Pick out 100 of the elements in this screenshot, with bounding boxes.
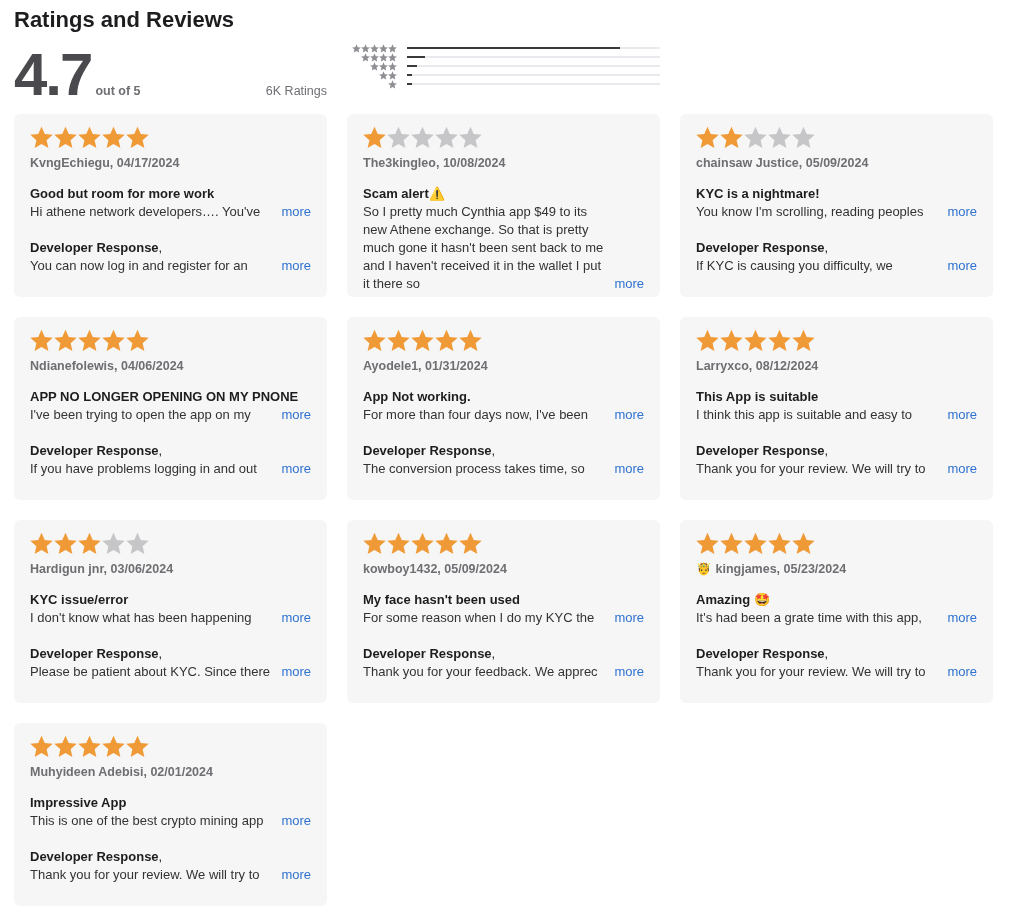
star-icon bbox=[78, 532, 101, 555]
star-icon bbox=[363, 532, 386, 555]
more-link[interactable]: more bbox=[281, 203, 311, 221]
more-link[interactable]: more bbox=[947, 609, 977, 627]
review-text: This is one of the best crypto mining app bbox=[30, 812, 265, 830]
more-link[interactable]: more bbox=[281, 812, 311, 830]
more-link[interactable]: more bbox=[281, 460, 311, 478]
review-text: So I pretty much Cynthia app $49 to its new Athene exchange. So that is pretty much gone it hasn't been sent back to me and I haven't received it in the wallet I put it there so bbox=[363, 203, 605, 293]
review-author: The3kingleo, 10/08/2024 bbox=[363, 155, 507, 172]
review-title: Amazing 🤩 bbox=[696, 591, 771, 609]
more-link[interactable]: more bbox=[281, 609, 311, 627]
page-title: Ratings and Reviews bbox=[14, 6, 236, 34]
review-title: This App is suitable bbox=[696, 388, 820, 406]
star-icon bbox=[792, 329, 815, 352]
star-icon bbox=[387, 329, 410, 352]
review-author: Ndianefolewis, 04/06/2024 bbox=[30, 358, 185, 375]
star-icon bbox=[696, 126, 719, 149]
star-icon bbox=[370, 61, 379, 71]
review-author: kowboy1432, 05/09/2024 bbox=[363, 561, 508, 578]
more-link[interactable]: more bbox=[614, 460, 644, 478]
star-icon bbox=[361, 52, 370, 62]
review-title: Scam alert⚠ bbox=[363, 185, 446, 203]
star-icon bbox=[102, 532, 125, 555]
star-icon bbox=[361, 43, 370, 53]
star-icon bbox=[388, 70, 397, 80]
review-title: KYC is a nightmare! bbox=[696, 185, 821, 203]
rating-score: 4.7 bbox=[14, 44, 92, 106]
more-link[interactable]: more bbox=[614, 275, 644, 293]
star-icon bbox=[54, 329, 77, 352]
review-text: It's had been a grate time with this app, bbox=[696, 609, 923, 627]
star-icon bbox=[30, 532, 53, 555]
response-heading: Developer Response, bbox=[696, 645, 830, 663]
star-icon bbox=[363, 126, 386, 149]
more-link[interactable]: more bbox=[947, 257, 977, 275]
more-link[interactable]: more bbox=[281, 866, 311, 884]
star-icon bbox=[78, 735, 101, 758]
star-icon bbox=[411, 532, 434, 555]
star-icon bbox=[54, 735, 77, 758]
star-icon bbox=[744, 126, 767, 149]
star-icon bbox=[768, 126, 791, 149]
review-author: chainsaw Justice, 05/09/2024 bbox=[696, 155, 870, 172]
response-text: Thank you for your review. We will try to bbox=[696, 663, 927, 681]
review-title: App Not working. bbox=[363, 388, 472, 406]
review-title: KYC issue/error bbox=[30, 591, 130, 609]
star-icon bbox=[744, 532, 767, 555]
review-title: Good but room for more work bbox=[30, 185, 216, 203]
more-link[interactable]: more bbox=[947, 663, 977, 681]
star-icon bbox=[370, 52, 379, 62]
star-icon bbox=[379, 70, 388, 80]
star-icon bbox=[78, 329, 101, 352]
response-heading: Developer Response, bbox=[30, 645, 164, 663]
review-text: Hi athene network developers…. You've bbox=[30, 203, 262, 221]
star-icon bbox=[54, 126, 77, 149]
star-icon bbox=[435, 329, 458, 352]
star-icon bbox=[352, 43, 361, 53]
star-icon bbox=[411, 329, 434, 352]
more-link[interactable]: more bbox=[947, 203, 977, 221]
star-icon bbox=[696, 329, 719, 352]
star-icon bbox=[768, 329, 791, 352]
star-icon bbox=[435, 126, 458, 149]
star-icon bbox=[387, 532, 410, 555]
star-icon bbox=[30, 329, 53, 352]
review-text: I think this app is suitable and easy to bbox=[696, 406, 914, 424]
star-icon bbox=[459, 329, 482, 352]
review-author: Hardigun jnr, 03/06/2024 bbox=[30, 561, 175, 578]
more-link[interactable]: more bbox=[281, 406, 311, 424]
more-link[interactable]: more bbox=[614, 663, 644, 681]
star-icon bbox=[768, 532, 791, 555]
star-icon bbox=[744, 329, 767, 352]
review-text: You know I'm scrolling, reading peoples bbox=[696, 203, 925, 221]
review-author: 🤴 kingjames, 05/23/2024 bbox=[696, 561, 848, 578]
review-text: I don't know what has been happening bbox=[30, 609, 253, 627]
more-link[interactable]: more bbox=[947, 460, 977, 478]
star-icon bbox=[30, 126, 53, 149]
response-heading: Developer Response, bbox=[696, 442, 830, 460]
review-text: For more than four days now, I've been bbox=[363, 406, 590, 424]
star-icon bbox=[388, 61, 397, 71]
review-author: KvngEchiegu, 04/17/2024 bbox=[30, 155, 181, 172]
star-icon bbox=[720, 532, 743, 555]
star-icon bbox=[459, 126, 482, 149]
review-title: Impressive App bbox=[30, 794, 128, 812]
review-title: APP NO LONGER OPENING ON MY PNONE bbox=[30, 388, 300, 406]
more-link[interactable]: more bbox=[614, 406, 644, 424]
response-text: Thank you for your review. We will try to bbox=[696, 460, 927, 478]
more-link[interactable]: more bbox=[281, 257, 311, 275]
review-author: Ayodele1, 01/31/2024 bbox=[363, 358, 489, 375]
star-icon bbox=[78, 126, 101, 149]
review-author: Muhyideen Adebisi, 02/01/2024 bbox=[30, 764, 214, 781]
star-icon bbox=[102, 126, 125, 149]
more-link[interactable]: more bbox=[614, 609, 644, 627]
more-link[interactable]: more bbox=[281, 663, 311, 681]
response-text: The conversion process takes time, so bbox=[363, 460, 586, 478]
response-text: Thank you for your feedback. We apprec bbox=[363, 663, 599, 681]
response-text: If you have problems logging in and out bbox=[30, 460, 258, 478]
more-link[interactable]: more bbox=[947, 406, 977, 424]
star-icon bbox=[387, 126, 410, 149]
star-icon bbox=[379, 43, 388, 53]
rating-scale: out of 5 bbox=[95, 84, 141, 98]
review-text: For some reason when I do my KYC the bbox=[363, 609, 596, 627]
ratings-count: 6K Ratings bbox=[265, 84, 327, 98]
